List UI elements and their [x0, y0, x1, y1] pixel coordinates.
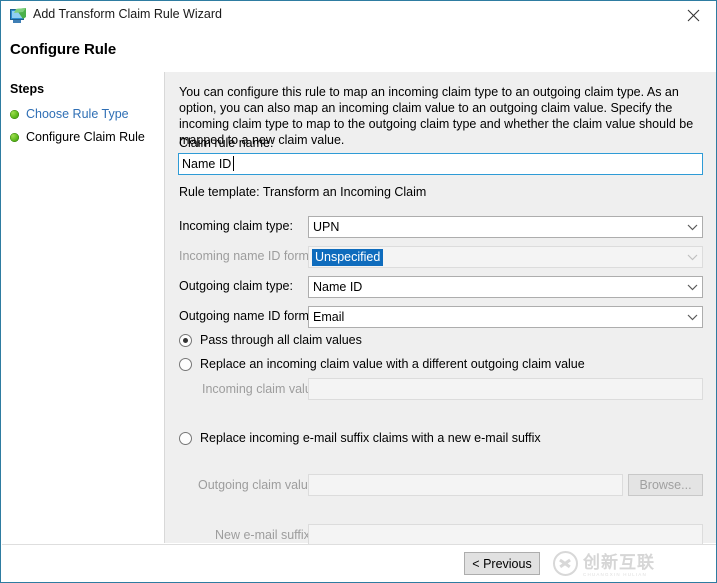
incoming-name-id-format-label: Incoming name ID format: — [179, 249, 323, 263]
close-icon[interactable] — [670, 1, 716, 29]
incoming-claim-type-value: UPN — [309, 220, 683, 234]
radio-icon — [179, 432, 192, 445]
finish-button[interactable]: Finish — [545, 552, 621, 575]
incoming-claim-type-dropdown[interactable]: UPN — [308, 216, 703, 238]
outgoing-name-id-format-value: Email — [309, 310, 683, 324]
chevron-down-icon — [683, 254, 702, 261]
footer-bar: < Previous Finish — [2, 544, 716, 583]
outgoing-claim-type-value: Name ID — [309, 280, 683, 294]
content-pane: You can configure this rule to map an in… — [165, 72, 716, 543]
incoming-claim-type-label: Incoming claim type: — [179, 219, 293, 233]
title-bar: Add Transform Claim Rule Wizard — [1, 1, 716, 31]
sidebar-item-configure-claim-rule[interactable]: Configure Claim Rule — [10, 128, 145, 146]
step-complete-icon — [10, 110, 19, 119]
window-title: Add Transform Claim Rule Wizard — [33, 7, 222, 21]
step-complete-icon — [10, 133, 19, 142]
radio-label: Replace an incoming claim value with a d… — [200, 357, 585, 371]
incoming-name-id-format-value: Unspecified — [312, 249, 383, 266]
outgoing-name-id-format-dropdown[interactable]: Email — [308, 306, 703, 328]
steps-sidebar: Steps Choose Rule Type Configure Claim R… — [2, 72, 165, 543]
chevron-down-icon — [683, 224, 702, 231]
rule-template-text: Rule template: Transform an Incoming Cla… — [179, 185, 426, 199]
row-outgoing-name-id-format: Outgoing name ID format: Email — [165, 306, 716, 328]
outgoing-name-id-format-label: Outgoing name ID format: — [179, 309, 323, 323]
row-outgoing-claim-type: Outgoing claim type: Name ID — [165, 276, 716, 298]
outgoing-claim-type-dropdown[interactable]: Name ID — [308, 276, 703, 298]
outgoing-claim-value-input — [308, 474, 623, 496]
row-incoming-claim-type: Incoming claim type: UPN — [165, 216, 716, 238]
radio-replace-claim-value[interactable]: Replace an incoming claim value with a d… — [179, 357, 585, 371]
claim-rule-name-input[interactable] — [178, 153, 703, 175]
chevron-down-icon — [683, 314, 702, 321]
radio-label: Replace incoming e-mail suffix claims wi… — [200, 431, 541, 445]
incoming-name-id-format-dropdown: Unspecified — [308, 246, 703, 268]
radio-pass-through-all[interactable]: Pass through all claim values — [179, 333, 362, 347]
radio-icon — [179, 358, 192, 371]
sidebar-item-choose-rule-type[interactable]: Choose Rule Type — [10, 105, 129, 123]
outgoing-claim-type-label: Outgoing claim type: — [179, 279, 293, 293]
new-email-suffix-input — [308, 524, 703, 546]
page-title: Configure Rule — [10, 41, 116, 58]
text-caret — [233, 156, 234, 171]
radio-replace-email-suffix[interactable]: Replace incoming e-mail suffix claims wi… — [179, 431, 541, 445]
adfs-wizard-icon — [10, 8, 27, 24]
radio-icon — [179, 334, 192, 347]
sidebar-item-label: Configure Claim Rule — [26, 130, 145, 144]
outgoing-claim-value-label: Outgoing claim value: — [198, 478, 318, 492]
sidebar-item-label: Choose Rule Type — [26, 107, 129, 121]
chevron-down-icon — [683, 284, 702, 291]
incoming-claim-value-input — [308, 378, 703, 400]
steps-heading: Steps — [10, 82, 44, 96]
previous-button[interactable]: < Previous — [464, 552, 540, 575]
radio-label: Pass through all claim values — [200, 333, 362, 347]
new-email-suffix-label: New e-mail suffix: — [215, 528, 313, 542]
wizard-window: Add Transform Claim Rule Wizard Configur… — [0, 0, 717, 583]
browse-button: Browse... — [628, 474, 703, 496]
incoming-claim-value-label: Incoming claim value: — [202, 382, 322, 396]
claim-rule-name-label: Claim rule name: — [179, 136, 273, 150]
row-incoming-name-id-format: Incoming name ID format: Unspecified — [165, 246, 716, 268]
